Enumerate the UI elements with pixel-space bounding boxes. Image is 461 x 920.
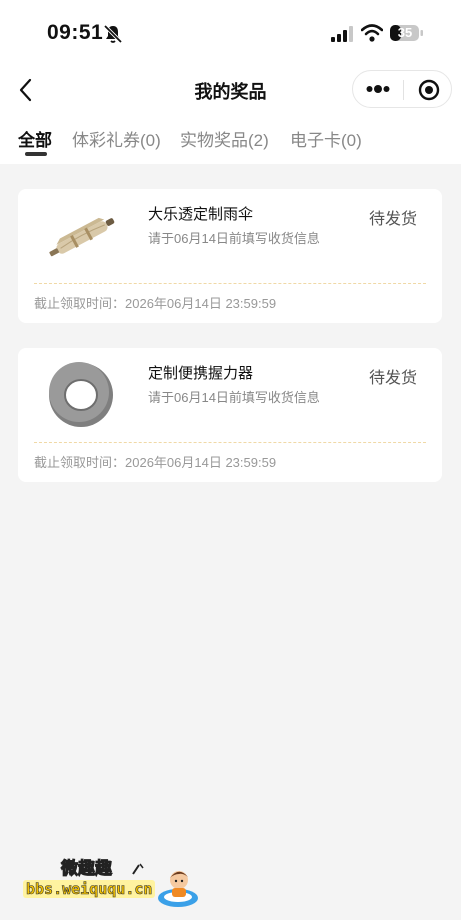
navbar: 我的奖品 bbox=[0, 66, 461, 112]
status-bar: 09:51 35 bbox=[0, 0, 461, 66]
prize-deadline: 截止领取时间：2026年06月14日 23:59:59 bbox=[34, 455, 277, 470]
tab-all[interactable]: 全部 bbox=[18, 126, 52, 151]
cellular-signal-icon bbox=[331, 26, 355, 47]
prize-deadline: 截止领取时间：2026年06月14日 23:59:59 bbox=[34, 296, 277, 311]
prize-tabs: 全部 体彩礼券(0) 实物奖品(2) 电子卡(0) bbox=[0, 112, 461, 164]
umbrella-image bbox=[44, 201, 122, 269]
watermark-title: 微趣趣 bbox=[61, 859, 113, 879]
target-circle-icon[interactable] bbox=[417, 78, 441, 107]
mini-program-capsule bbox=[352, 70, 452, 108]
grip-ring-image bbox=[44, 360, 122, 428]
prize-status: 待发货 bbox=[368, 370, 417, 387]
prize-hint: 请于06月14日前填写收货信息 bbox=[148, 390, 320, 405]
wifi-icon bbox=[360, 24, 384, 47]
capsule-divider bbox=[403, 80, 404, 100]
tab-lottery-coupons[interactable]: 体彩礼券(0) bbox=[72, 126, 161, 151]
prize-card[interactable]: 大乐透定制雨伞 请于06月14日前填写收货信息 待发货 截止领取时间：2026年… bbox=[18, 189, 442, 323]
prize-hint: 请于06月14日前填写收货信息 bbox=[148, 231, 320, 246]
status-time: 09:51 bbox=[47, 21, 104, 44]
site-watermark: 微趣趣 bbs.weiququ.cn bbox=[5, 842, 207, 916]
tab-physical-prizes[interactable]: 实物奖品(2) bbox=[180, 126, 269, 151]
sparkle-icon bbox=[131, 862, 145, 881]
active-tab-indicator bbox=[25, 152, 47, 156]
prize-status: 待发货 bbox=[368, 211, 417, 228]
watermark-url: bbs.weiququ.cn bbox=[23, 880, 156, 898]
dashed-divider bbox=[34, 442, 426, 443]
prize-name: 大乐透定制雨伞 bbox=[148, 206, 254, 223]
tab-e-cards[interactable]: 电子卡(0) bbox=[290, 126, 362, 151]
prize-name: 定制便携握力器 bbox=[148, 365, 254, 382]
dashed-divider bbox=[34, 283, 426, 284]
bell-muted-icon bbox=[103, 24, 123, 49]
mascot-icon bbox=[155, 866, 201, 915]
battery-level: 35 bbox=[397, 25, 413, 40]
prize-card[interactable]: 定制便携握力器 请于06月14日前填写收货信息 待发货 截止领取时间：2026年… bbox=[18, 348, 442, 482]
more-dots-icon[interactable] bbox=[366, 82, 390, 101]
